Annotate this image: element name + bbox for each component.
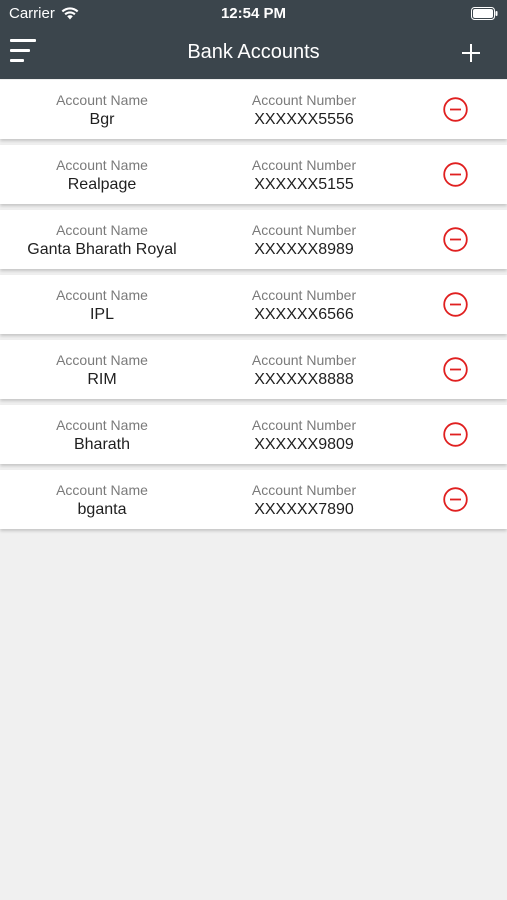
account-number-label: Account Number: [251, 157, 357, 173]
account-name-column: Account Name RIM: [0, 352, 204, 390]
account-number-value: XXXXXX8989: [254, 241, 354, 258]
account-name-column: Account Name Bgr: [0, 92, 204, 130]
account-name-label: Account Name: [56, 92, 148, 108]
account-name-label: Account Name: [56, 287, 148, 303]
plus-icon: [457, 39, 485, 67]
status-bar: Carrier 12:54 PM: [0, 0, 507, 28]
account-number-value: XXXXXX9809: [254, 436, 354, 453]
nav-bar: Bank Accounts: [0, 28, 507, 79]
account-number-column: Account Number XXXXXX6566: [202, 287, 406, 325]
account-number-column: Account Number XXXXXX9809: [202, 417, 406, 455]
account-number-column: Account Number XXXXXX5155: [202, 157, 406, 195]
account-name-value: bganta: [77, 501, 127, 518]
account-name-value: Realpage: [67, 176, 137, 193]
delete-account-button[interactable]: [443, 292, 468, 317]
delete-account-button[interactable]: [443, 97, 468, 122]
account-number-label: Account Number: [251, 222, 357, 238]
account-name-value: Ganta Bharath Royal: [27, 241, 177, 258]
account-row[interactable]: Account Name Realpage Account Number XXXXXX…: [0, 145, 507, 204]
delete-account-button[interactable]: [443, 422, 468, 447]
add-account-button[interactable]: [457, 39, 485, 67]
account-number-value: XXXXXX8888: [254, 371, 354, 388]
minus-circle-icon: [443, 97, 468, 122]
delete-account-button[interactable]: [443, 227, 468, 252]
account-row[interactable]: Account Name Bharath Account Number XXXXXX9…: [0, 405, 507, 464]
account-row[interactable]: Account Name Bgr Account Number XXXXXX5556: [0, 80, 507, 139]
account-number-value: XXXXXX6566: [254, 306, 354, 323]
account-number-column: Account Number XXXXXX8989: [202, 222, 406, 260]
account-name-label: Account Name: [56, 417, 148, 433]
account-name-label: Account Name: [56, 482, 148, 498]
account-name-value: RIM: [87, 371, 117, 388]
account-name-column: Account Name Ganta Bharath Royal: [0, 222, 204, 260]
minus-circle-icon: [443, 487, 468, 512]
account-name-label: Account Name: [56, 222, 148, 238]
delete-account-button[interactable]: [443, 487, 468, 512]
minus-circle-icon: [443, 357, 468, 382]
account-name-label: Account Name: [56, 352, 148, 368]
delete-account-button[interactable]: [443, 357, 468, 382]
account-name-value: Bharath: [73, 436, 131, 453]
account-list: Account Name Bgr Account Number XXXXXX5556 A…: [0, 80, 507, 535]
account-number-value: XXXXXX5155: [254, 176, 354, 193]
account-row[interactable]: Account Name IPL Account Number XXXXXX6566: [0, 275, 507, 334]
account-number-label: Account Number: [251, 92, 357, 108]
battery-icon: [471, 7, 498, 20]
account-name-value: IPL: [89, 306, 114, 323]
account-number-label: Account Number: [251, 482, 357, 498]
account-number-label: Account Number: [251, 352, 357, 368]
minus-circle-icon: [443, 292, 468, 317]
account-row[interactable]: Account Name Ganta Bharath Royal Account N…: [0, 210, 507, 269]
account-number-label: Account Number: [251, 417, 357, 433]
minus-circle-icon: [443, 422, 468, 447]
account-number-value: XXXXXX5556: [254, 111, 354, 128]
minus-circle-icon: [443, 162, 468, 187]
delete-account-button[interactable]: [443, 162, 468, 187]
app-header: Carrier 12:54 PM Bank Accounts: [0, 0, 507, 79]
account-name-label: Account Name: [56, 157, 148, 173]
account-name-column: Account Name Realpage: [0, 157, 204, 195]
account-name-column: Account Name Bharath: [0, 417, 204, 455]
account-number-label: Account Number: [251, 287, 357, 303]
status-time: 12:54 PM: [220, 5, 287, 22]
account-number-value: XXXXXX7890: [254, 501, 354, 518]
account-number-column: Account Number XXXXXX8888: [202, 352, 406, 390]
account-name-column: Account Name IPL: [0, 287, 204, 325]
account-number-column: Account Number XXXXXX5556: [202, 92, 406, 130]
account-number-column: Account Number XXXXXX7890: [202, 482, 406, 520]
account-row[interactable]: Account Name RIM Account Number XXXXXX8888: [0, 340, 507, 399]
page-title: Bank Accounts: [187, 41, 320, 63]
account-row[interactable]: Account Name bganta Account Number XXXXXX78…: [0, 470, 507, 529]
account-name-column: Account Name bganta: [0, 482, 204, 520]
account-name-value: Bgr: [89, 111, 115, 128]
minus-circle-icon: [443, 227, 468, 252]
